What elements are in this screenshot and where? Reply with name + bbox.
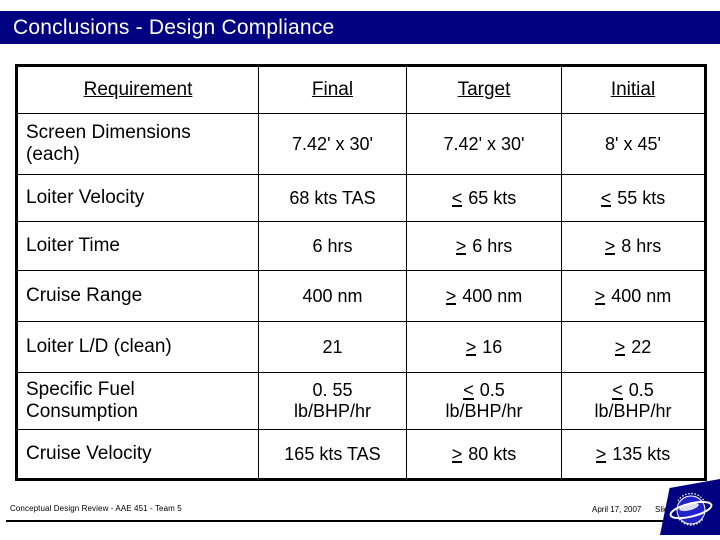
cell-initial-value: 135 kts [607, 443, 671, 464]
inequality-symbol: > [614, 336, 626, 357]
cell-requirement: Cruise Range [16, 270, 259, 322]
cell-initial-value: 8 hrs [616, 235, 662, 256]
cell-initial-value: 0.5 [623, 380, 654, 401]
cell-initial: > 22 [561, 321, 706, 373]
design-compliance-table-container: Requirement Final Target Initial Screen … [15, 64, 707, 481]
table-row: Specific Fuel Consumption 0. 55 lb/BHP/h… [16, 372, 706, 430]
slide-title-bar: Conclusions - Design Compliance [0, 11, 720, 44]
cell-target-value: 16 [477, 336, 503, 357]
table-row: Loiter Time 6 hrs > 6 hrs > 8 hrs [16, 221, 706, 271]
column-header-initial-label: Initial [610, 79, 656, 100]
inequality-symbol: < [612, 380, 623, 401]
inequality-symbol: > [455, 235, 467, 256]
cell-target: > 80 kts [406, 429, 562, 480]
cell-initial: < 0.5 lb/BHP/hr [561, 372, 706, 430]
inequality-symbol: > [445, 285, 457, 306]
cell-initial: > 400 nm [561, 270, 706, 322]
cell-target-value: 0.5 [474, 380, 505, 401]
cell-target-value: 6 hrs [467, 235, 513, 256]
design-compliance-table: Requirement Final Target Initial Screen … [15, 64, 707, 481]
cell-target-value: 80 kts [463, 443, 517, 464]
cell-target-line-2: lb/BHP/hr [445, 401, 523, 421]
cell-final: 6 hrs [258, 221, 407, 271]
cell-requirement: Specific Fuel Consumption [16, 372, 259, 430]
column-header-final: Final [258, 65, 407, 114]
cell-target: > 400 nm [406, 270, 562, 322]
table-header-row: Requirement Final Target Initial [16, 65, 706, 114]
cell-requirement: Loiter Velocity [16, 174, 259, 222]
cell-initial-value: 400 nm [606, 285, 672, 306]
cell-final-line-1: 0. 55 [312, 380, 353, 401]
cell-final-line-2: lb/BHP/hr [293, 401, 372, 421]
cell-target-line-1: < 0.5 [413, 380, 555, 401]
cell-target: 7.42' x 30' [406, 113, 562, 175]
cell-final: 21 [258, 321, 407, 373]
table-row: Cruise Velocity 165 kts TAS > 80 kts > 1… [16, 429, 706, 480]
table-row: Screen Dimensions (each) 7.42' x 30' 7.4… [16, 113, 706, 175]
column-header-initial: Initial [561, 65, 706, 114]
footer-date: April 17, 2007 [592, 505, 642, 514]
column-header-target-label: Target [457, 79, 511, 100]
column-header-final-label: Final [311, 79, 354, 100]
inequality-symbol: < [600, 187, 612, 208]
column-header-requirement: Requirement [16, 65, 259, 114]
cell-initial-value: 22 [626, 336, 652, 357]
cell-final: 165 kts TAS [258, 429, 407, 480]
column-header-requirement-label: Requirement [83, 79, 193, 100]
cell-requirement: Cruise Velocity [16, 429, 259, 480]
cell-target: < 65 kts [406, 174, 562, 222]
table-row: Cruise Range 400 nm > 400 nm > 400 nm [16, 270, 706, 322]
requirement-line-1: Specific Fuel [26, 378, 135, 400]
cell-final: 400 nm [258, 270, 407, 322]
cell-target-value: 65 kts [463, 187, 517, 208]
cell-initial-line-1: < 0.5 [568, 380, 698, 401]
cell-initial: > 8 hrs [561, 221, 706, 271]
saucer-emblem-icon [669, 492, 713, 526]
cell-final: 0. 55 lb/BHP/hr [258, 372, 407, 430]
cell-requirement: Loiter L/D (clean) [16, 321, 259, 373]
cell-initial-value: 55 kts [612, 187, 666, 208]
cell-final: 7.42' x 30' [258, 113, 407, 175]
cell-target: > 6 hrs [406, 221, 562, 271]
requirement-line-2: (each) [26, 144, 80, 165]
inequality-symbol: > [595, 443, 607, 464]
team-logo [660, 479, 720, 535]
cell-initial: < 55 kts [561, 174, 706, 222]
inequality-symbol: > [594, 285, 606, 306]
inequality-symbol: > [604, 235, 616, 256]
cell-target: > 16 [406, 321, 562, 373]
page-title: Conclusions - Design Compliance [13, 15, 335, 39]
cell-initial: > 135 kts [561, 429, 706, 480]
inequality-symbol: < [451, 187, 463, 208]
inequality-symbol: < [463, 380, 474, 401]
inequality-symbol: > [451, 443, 463, 464]
cell-initial-line-2: lb/BHP/hr [594, 401, 672, 421]
cell-target: < 0.5 lb/BHP/hr [406, 372, 562, 430]
slide-footer: Conceptual Design Review - AAE 451 - Tea… [0, 500, 720, 526]
column-header-target: Target [406, 65, 562, 114]
footer-divider [6, 520, 714, 522]
cell-initial: 8' x 45' [561, 113, 706, 175]
cell-target-value: 400 nm [457, 285, 523, 306]
cell-requirement: Screen Dimensions (each) [16, 113, 259, 175]
cell-requirement: Loiter Time [16, 221, 259, 271]
requirement-line-1: Screen Dimensions [26, 121, 191, 143]
cell-final: 68 kts TAS [258, 174, 407, 222]
footer-presentation-label: Conceptual Design Review - AAE 451 - Tea… [10, 504, 182, 513]
table-row: Loiter Velocity 68 kts TAS < 65 kts < 55… [16, 174, 706, 222]
table-row: Loiter L/D (clean) 21 > 16 > 22 [16, 321, 706, 373]
inequality-symbol: > [465, 336, 477, 357]
requirement-line-2: Consumption [26, 401, 138, 422]
